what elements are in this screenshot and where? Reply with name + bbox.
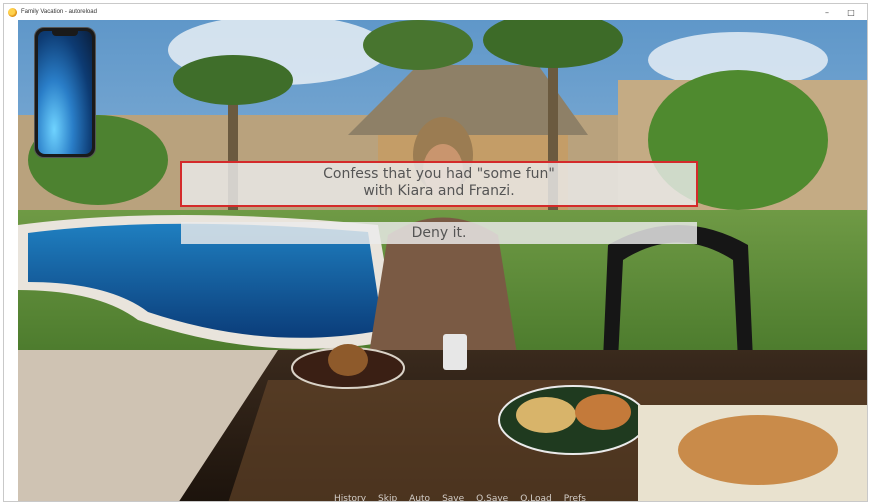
palm-leaves [363,20,473,70]
title-bar: Family Vacation - autoreload – □ [4,4,867,20]
minimize-button[interactable]: – [815,4,839,20]
choice-deny[interactable]: Deny it. [181,222,697,244]
window-title: Family Vacation - autoreload [21,9,97,15]
quick-menu-skip[interactable]: Skip [378,494,397,501]
glass [443,334,467,370]
quick-menu-qsave[interactable]: Q.Save [476,494,508,501]
phone-screen [38,31,92,154]
quick-menu-save[interactable]: Save [442,494,464,501]
cinnamon-rolls [678,415,838,485]
quick-menu: History Skip Auto Save Q.Save Q.Load Pre… [334,494,586,501]
quick-menu-history[interactable]: History [334,494,366,501]
palm-leaves [173,55,293,105]
game-scene: Confess that you had "some fun" with Kia… [18,20,867,501]
quick-menu-auto[interactable]: Auto [409,494,430,501]
window-controls: – □ [815,4,863,20]
scene-background [18,20,867,501]
choice-confess[interactable]: Confess that you had "some fun" with Kia… [180,161,698,207]
quick-menu-prefs[interactable]: Prefs [564,494,586,501]
pastry [575,394,631,430]
pastry [516,397,576,433]
maximize-button[interactable]: □ [839,4,863,20]
app-icon [8,7,17,17]
croissant [328,344,368,376]
phone-notch [52,31,78,36]
phone-menu[interactable] [34,27,96,158]
game-window: Family Vacation - autoreload – □ Confess… [3,3,868,502]
quick-menu-qload[interactable]: Q.Load [520,494,552,501]
